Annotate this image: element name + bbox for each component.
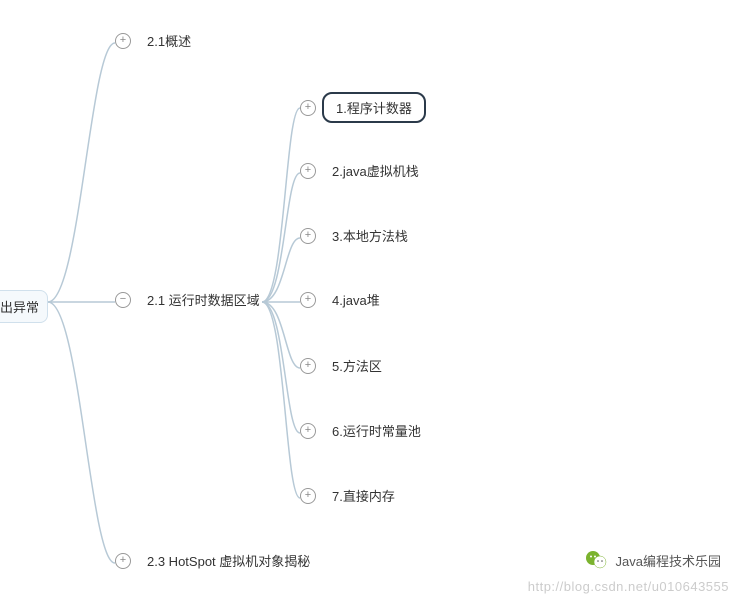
node-label: 1.程序计数器 [322, 92, 426, 123]
expand-icon[interactable]: + [115, 553, 131, 569]
expand-icon[interactable]: + [300, 488, 316, 504]
node-label: 3.本地方法栈 [322, 222, 418, 249]
node-label: 6.运行时常量池 [322, 417, 431, 444]
node-method-area[interactable]: + 5.方法区 [300, 352, 392, 379]
node-label: 2.1 运行时数据区域 [137, 286, 270, 313]
mindmap-canvas: 出异常 + 2.1概述 − 2.1 运行时数据区域 + 2.3 HotSpot … [0, 0, 741, 602]
watermark-text: http://blog.csdn.net/u010643555 [528, 579, 729, 594]
expand-icon[interactable]: + [300, 163, 316, 179]
expand-icon[interactable]: + [300, 423, 316, 439]
expand-icon[interactable]: + [300, 358, 316, 374]
node-label: 2.3 HotSpot 虚拟机对象揭秘 [137, 547, 320, 574]
node-direct-memory[interactable]: + 7.直接内存 [300, 482, 405, 509]
expand-icon[interactable]: + [300, 228, 316, 244]
expand-icon[interactable]: + [300, 292, 316, 308]
root-node[interactable]: 出异常 [0, 290, 48, 323]
node-label: 2.1概述 [137, 27, 201, 54]
node-runtime-constant-pool[interactable]: + 6.运行时常量池 [300, 417, 431, 444]
node-label: 4.java堆 [322, 286, 390, 313]
node-program-counter[interactable]: + 1.程序计数器 [300, 92, 426, 123]
wechat-badge: Java编程技术乐园 [584, 548, 721, 572]
node-label: 2.java虚拟机栈 [322, 157, 429, 184]
node-java-vm-stack[interactable]: + 2.java虚拟机栈 [300, 157, 429, 184]
node-2-1-overview[interactable]: + 2.1概述 [115, 27, 201, 54]
node-2-1-runtime-data-area[interactable]: − 2.1 运行时数据区域 [115, 286, 270, 313]
wechat-label: Java编程技术乐园 [616, 551, 721, 570]
expand-icon[interactable]: + [300, 100, 316, 116]
expand-icon[interactable]: + [115, 33, 131, 49]
node-label: 7.直接内存 [322, 482, 405, 509]
collapse-icon[interactable]: − [115, 292, 131, 308]
node-2-3-hotspot[interactable]: + 2.3 HotSpot 虚拟机对象揭秘 [115, 547, 320, 574]
root-label: 出异常 [0, 290, 48, 323]
node-native-method-stack[interactable]: + 3.本地方法栈 [300, 222, 418, 249]
node-label: 5.方法区 [322, 352, 392, 379]
wechat-icon [584, 548, 608, 572]
node-java-heap[interactable]: + 4.java堆 [300, 286, 390, 313]
